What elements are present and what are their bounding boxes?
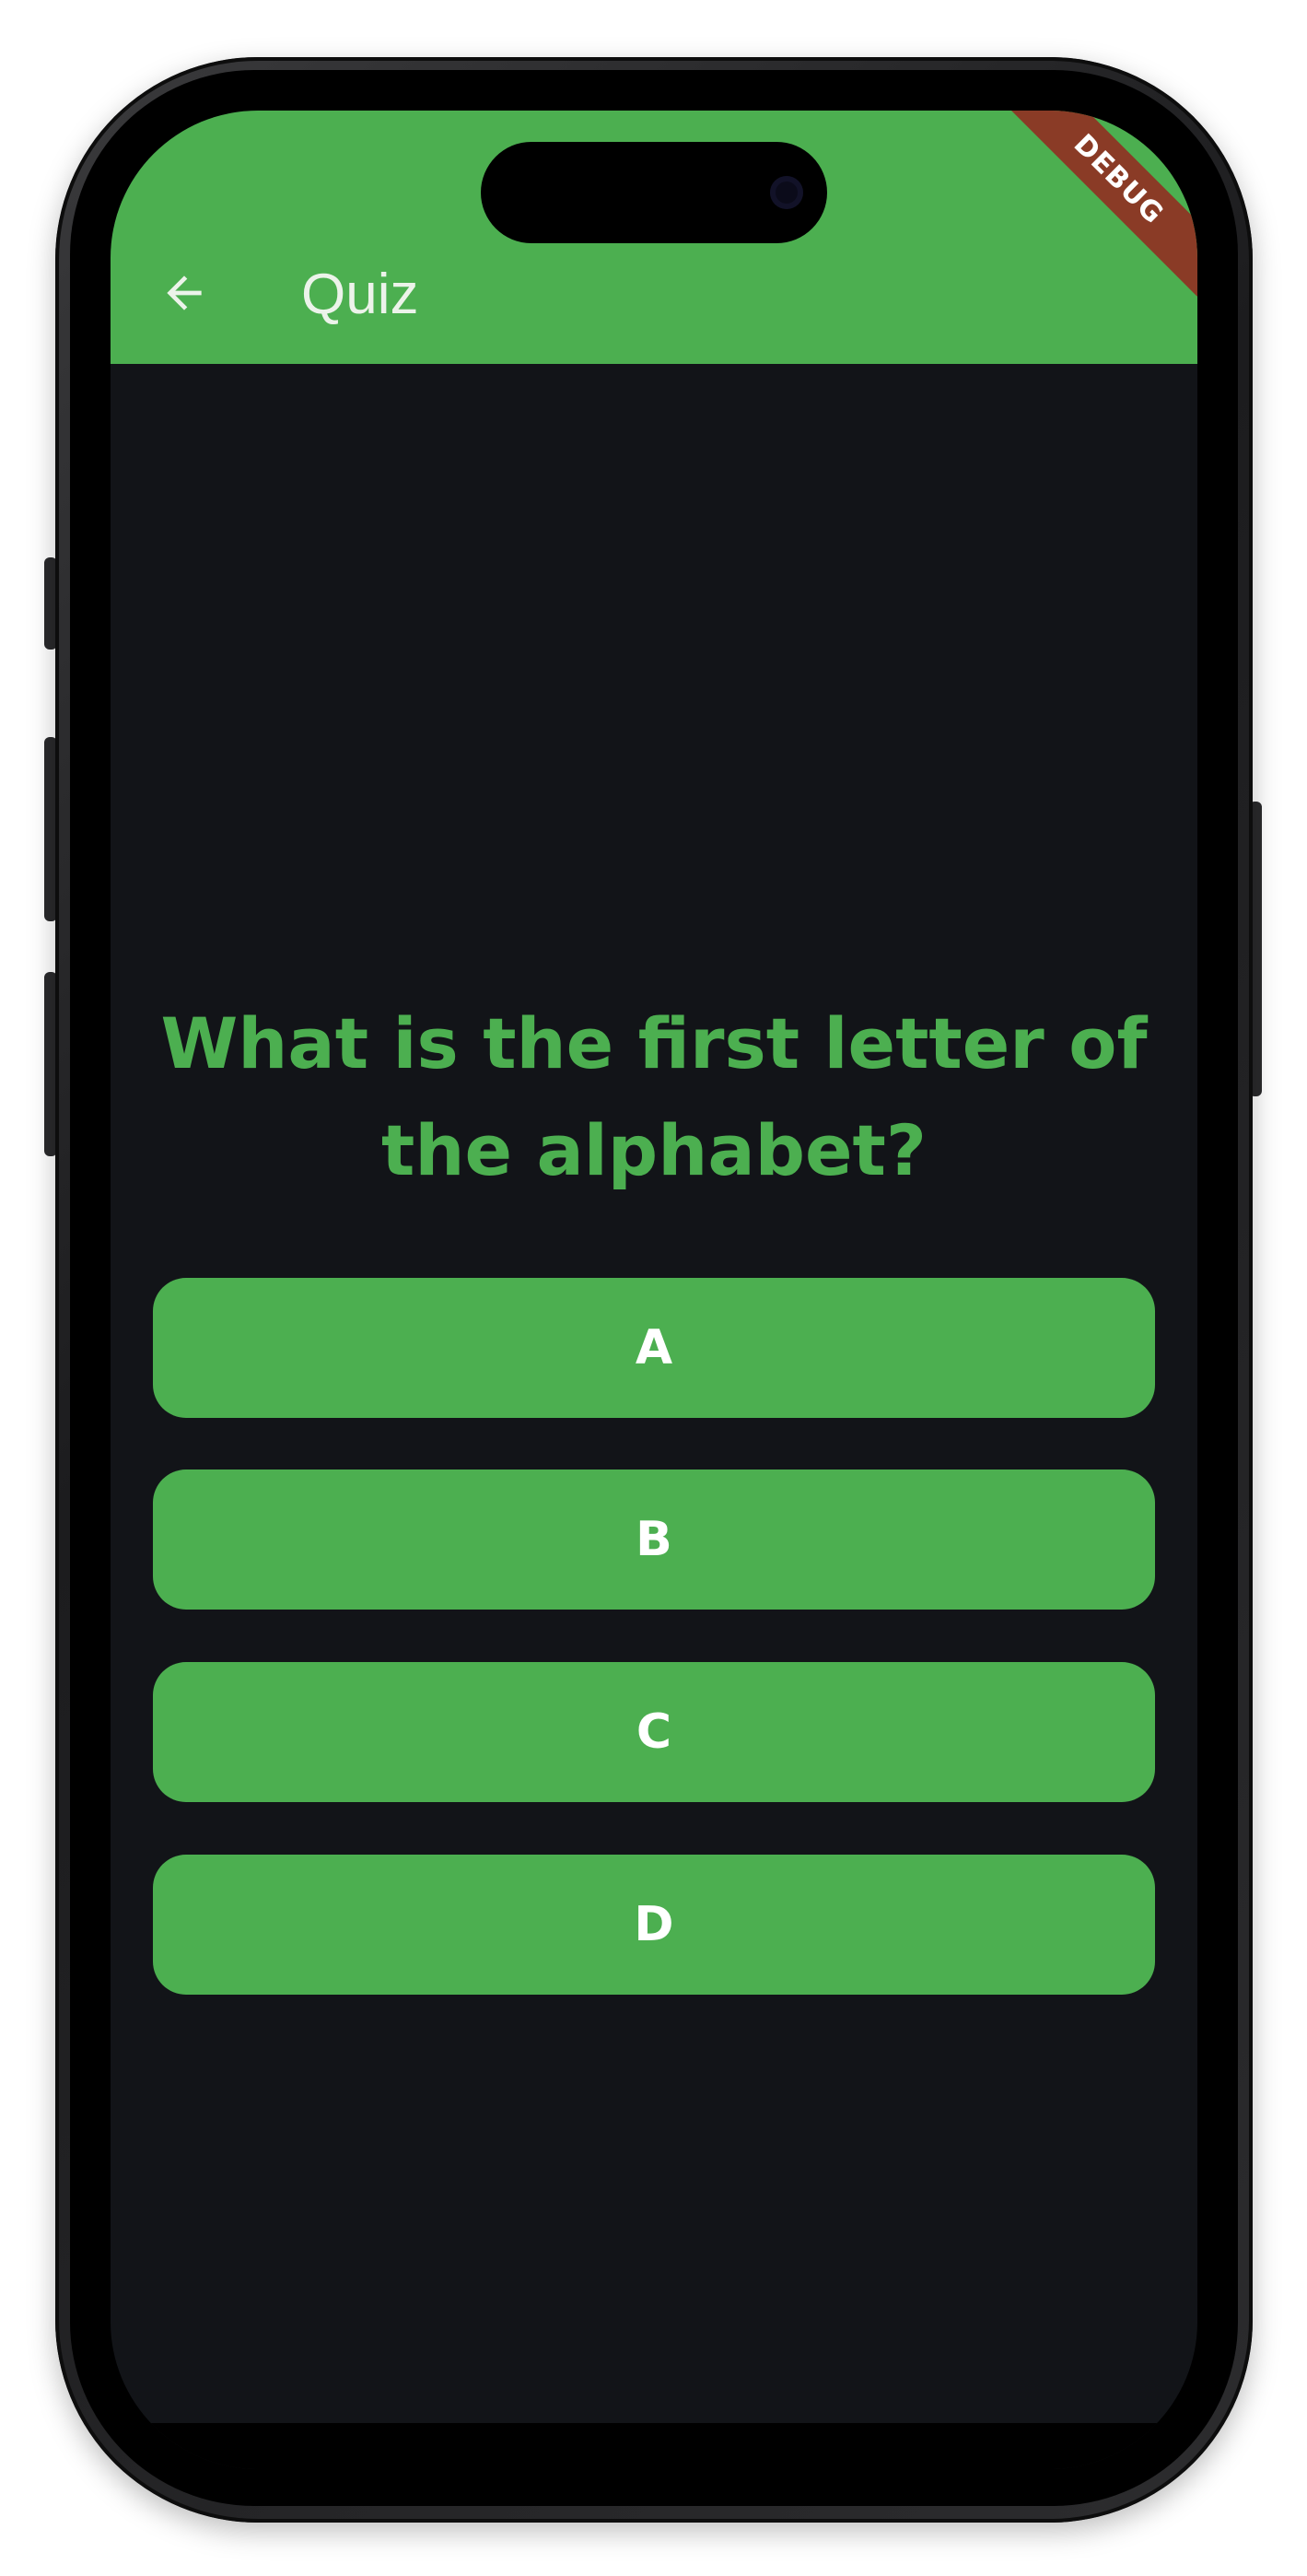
answer-label-b: B <box>636 1512 672 1567</box>
answer-button-b[interactable]: B <box>153 1469 1155 1610</box>
device-mockup: Quiz DEBUG What is the first letter of t… <box>0 0 1307 2576</box>
arrow-left-icon <box>167 275 202 310</box>
app-title: Quiz <box>301 263 419 326</box>
quiz-content: What is the first letter of the alphabet… <box>111 364 1197 2469</box>
answer-label-a: A <box>635 1320 673 1376</box>
answer-label-d: D <box>634 1897 674 1952</box>
bottom-inset <box>111 2423 1197 2469</box>
question-text: What is the first letter of the alphabet… <box>160 1002 1148 1191</box>
answer-label-c: C <box>636 1704 672 1760</box>
answer-button-a[interactable]: A <box>153 1278 1155 1418</box>
answer-button-c[interactable]: C <box>153 1662 1155 1802</box>
back-button[interactable] <box>147 256 221 330</box>
app-screen: Quiz DEBUG What is the first letter of t… <box>111 111 1197 2469</box>
dynamic-island <box>481 142 827 243</box>
front-camera <box>770 176 803 209</box>
answer-button-d[interactable]: D <box>153 1855 1155 1995</box>
